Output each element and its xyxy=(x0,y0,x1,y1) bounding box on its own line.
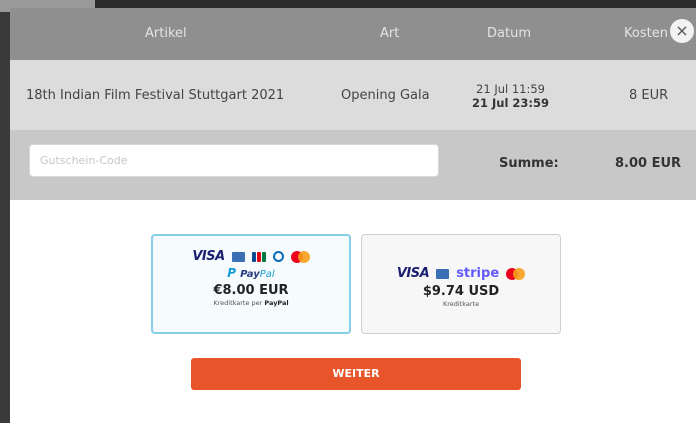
paypal-subtext: Kreditkarte per PayPal xyxy=(213,299,289,307)
close-button[interactable]: × xyxy=(670,19,694,43)
table-row: 18th Indian Film Festival Stuttgart 2021… xyxy=(10,60,696,130)
item-datum: 21 Jul 11:59 21 Jul 23:59 xyxy=(472,82,549,110)
item-datum-end: 21 Jul 23:59 xyxy=(472,96,550,110)
coupon-code-input[interactable] xyxy=(29,144,439,177)
payment-option-paypal[interactable]: VISA P PayPal €8.00 EUR Kreditkarte per P… xyxy=(151,234,351,334)
amex-logo xyxy=(436,268,450,279)
diners-logo xyxy=(272,251,284,262)
checkout-modal: Artikel Art Datum Kosten × 18th Indian F… xyxy=(10,8,696,423)
column-header-art: Art xyxy=(380,26,400,41)
sum-value: 8.00 EUR xyxy=(615,156,682,171)
stripe-subtext: Kreditkarte xyxy=(442,300,480,308)
mastercard-logo xyxy=(290,250,310,263)
paypal-logo: P PayPal xyxy=(227,266,275,280)
amex-logo xyxy=(231,251,245,262)
table-header: Artikel Art Datum Kosten xyxy=(10,8,696,60)
stripe-amount: $9.74 USD xyxy=(422,284,500,299)
column-header-kosten: Kosten xyxy=(624,26,668,41)
visa-logo: VISA xyxy=(396,266,430,281)
mastercard-logo xyxy=(506,267,526,280)
payment-option-stripe[interactable]: VISA stripe $9.74 USD Kreditkarte xyxy=(361,234,561,334)
sum-label: Summe: xyxy=(499,156,559,171)
item-datum-start: 21 Jul 11:59 xyxy=(476,82,545,96)
jcb-logo xyxy=(251,251,266,262)
column-header-datum: Datum xyxy=(487,26,531,41)
coupon-row: Summe: 8.00 EUR xyxy=(10,130,696,200)
paypal-p-icon: P xyxy=(227,266,237,280)
stripe-logo: stripe xyxy=(456,266,500,281)
item-artikel: 18th Indian Film Festival Stuttgart 2021 xyxy=(26,88,285,103)
stripe-card-logos: VISA stripe xyxy=(362,266,560,281)
column-header-artikel: Artikel xyxy=(145,26,187,41)
item-kosten: 8 EUR xyxy=(629,88,669,103)
close-icon: × xyxy=(675,21,689,40)
paypal-amount: €8.00 EUR xyxy=(213,283,289,298)
continue-button[interactable]: WEITER xyxy=(191,358,521,390)
paypal-card-logos: VISA xyxy=(153,249,349,264)
item-art: Opening Gala xyxy=(341,88,430,103)
visa-logo: VISA xyxy=(192,249,225,264)
